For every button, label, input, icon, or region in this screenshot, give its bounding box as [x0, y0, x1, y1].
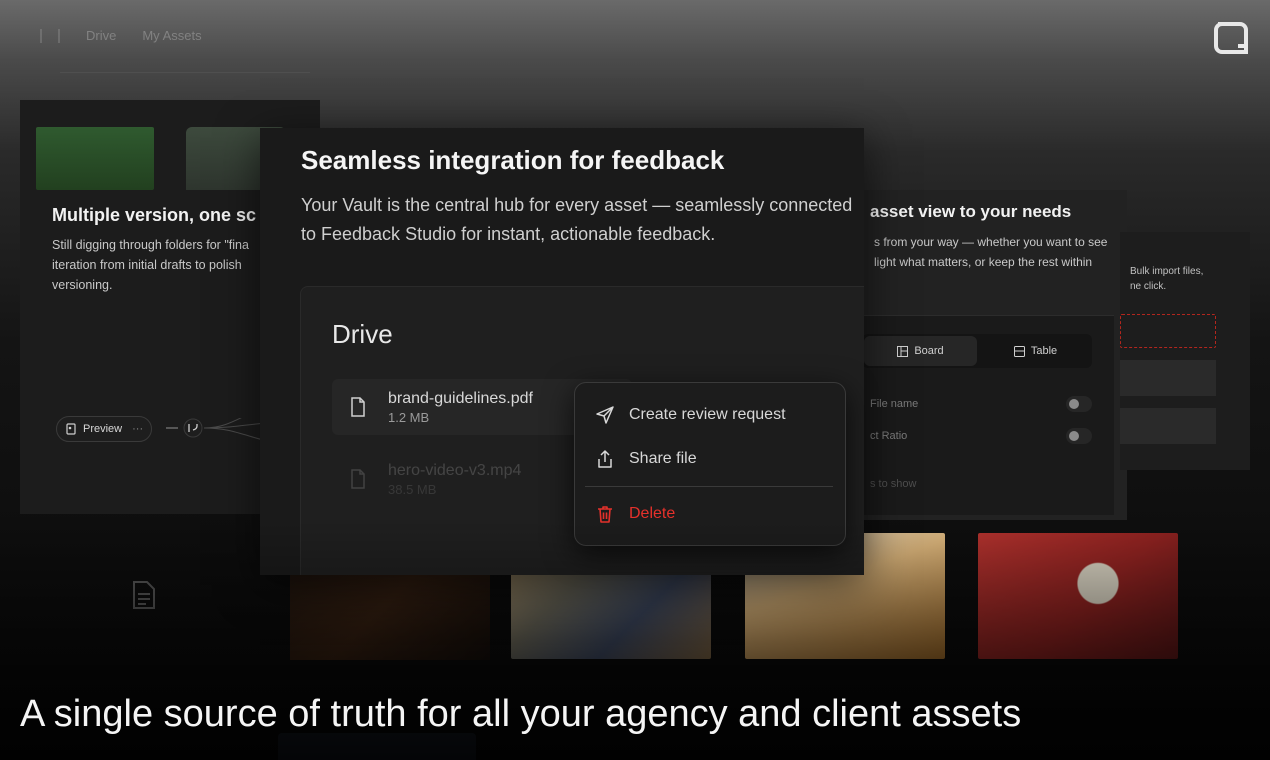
- card-description-line: ne click.: [1130, 281, 1167, 292]
- card-description: Your Vault is the central hub for every …: [301, 195, 853, 244]
- card-description-line: Bulk import files,: [1130, 266, 1204, 277]
- card-description: Bulk import files, ne click.: [1130, 264, 1203, 294]
- file-name: brand-guidelines.pdf: [388, 389, 533, 407]
- file-context-menu: Create review request Share file Delete: [574, 382, 846, 546]
- background-chip: [278, 733, 476, 760]
- menu-item-label: Delete: [629, 505, 676, 522]
- aspect-ratio-option[interactable]: ct Ratio: [870, 428, 1092, 444]
- file-name: hero-video-v3.mp4: [388, 461, 522, 479]
- card-description-line: versioning.: [52, 278, 113, 292]
- tab-my-assets[interactable]: My Assets: [142, 28, 201, 43]
- tab-drive[interactable]: Drive: [86, 28, 116, 43]
- folder-thumbnail: [36, 127, 154, 190]
- document-icon: [133, 581, 155, 609]
- card-description: Still digging through folders for "fina …: [52, 235, 292, 295]
- preview-label: Preview: [83, 423, 123, 435]
- card-description-line: s from your way — whether you want to se…: [874, 235, 1108, 249]
- drop-zone[interactable]: [1120, 314, 1216, 348]
- brand-logo-icon: [1214, 22, 1248, 54]
- card-description-line: Still digging through folders for "fina: [52, 238, 249, 252]
- hero-headline: A single source of truth for all your ag…: [20, 693, 1022, 735]
- menu-divider: [585, 486, 833, 487]
- file-size: 38.5 MB: [388, 481, 437, 497]
- nav-handle-icon: [40, 28, 60, 43]
- view-board-button[interactable]: Board: [864, 336, 977, 366]
- product-photo-thumbnail: [978, 533, 1178, 659]
- file-size: 1.2 MB: [388, 409, 430, 425]
- placeholder-block: [1120, 360, 1216, 396]
- bulk-import-card: Bulk import files, ne click.: [1120, 232, 1250, 470]
- file-icon: [351, 397, 365, 417]
- view-table-label: Table: [1030, 345, 1058, 357]
- asset-view-feature-card: asset view to your needs s from your way…: [862, 190, 1127, 520]
- preview-node[interactable]: Preview ···: [56, 416, 153, 442]
- option-label: File name: [870, 398, 919, 410]
- menu-item-label: Share file: [629, 450, 697, 467]
- file-preview-icon: [66, 423, 76, 435]
- delete-menu-item[interactable]: Delete: [595, 504, 675, 524]
- share-file-menu-item[interactable]: Share file: [595, 449, 697, 469]
- view-settings-panel: Board Table File name ct Ratio s to show: [862, 315, 1114, 515]
- card-description-line: iteration from initial drafts to polish: [52, 258, 242, 272]
- view-board-label: Board: [914, 345, 944, 357]
- nav-divider: [60, 72, 310, 84]
- card-description-line: light what matters, or keep the rest wit…: [874, 255, 1093, 269]
- send-icon: [596, 406, 614, 424]
- placeholder-block: [1120, 408, 1216, 444]
- card-title: asset view to your needs: [870, 202, 1072, 221]
- board-icon: [897, 345, 909, 357]
- option-label: ct Ratio: [870, 430, 908, 442]
- table-icon: [1013, 345, 1025, 357]
- aspect-ratio-toggle[interactable]: [1066, 428, 1092, 444]
- faded-option-label: s to show: [870, 478, 917, 490]
- card-title: Seamless integration for feedback: [301, 145, 725, 175]
- card-title: Multiple version, one sc: [52, 205, 257, 225]
- trash-icon: [598, 506, 612, 523]
- share-icon: [598, 450, 612, 468]
- view-toggle: Board Table: [862, 334, 1092, 368]
- view-table-button[interactable]: Table: [979, 334, 1092, 368]
- more-icon[interactable]: ···: [132, 423, 143, 435]
- drive-heading: Drive: [332, 319, 393, 349]
- file-icon: [351, 469, 365, 489]
- card-description: s from your way — whether you want to se…: [874, 232, 1124, 272]
- menu-item-label: Create review request: [629, 406, 786, 423]
- file-name-option[interactable]: File name: [870, 396, 1092, 412]
- top-navigation: Drive My Assets: [40, 28, 202, 43]
- file-name-toggle[interactable]: [1066, 396, 1092, 412]
- create-review-request-menu-item[interactable]: Create review request: [595, 405, 786, 425]
